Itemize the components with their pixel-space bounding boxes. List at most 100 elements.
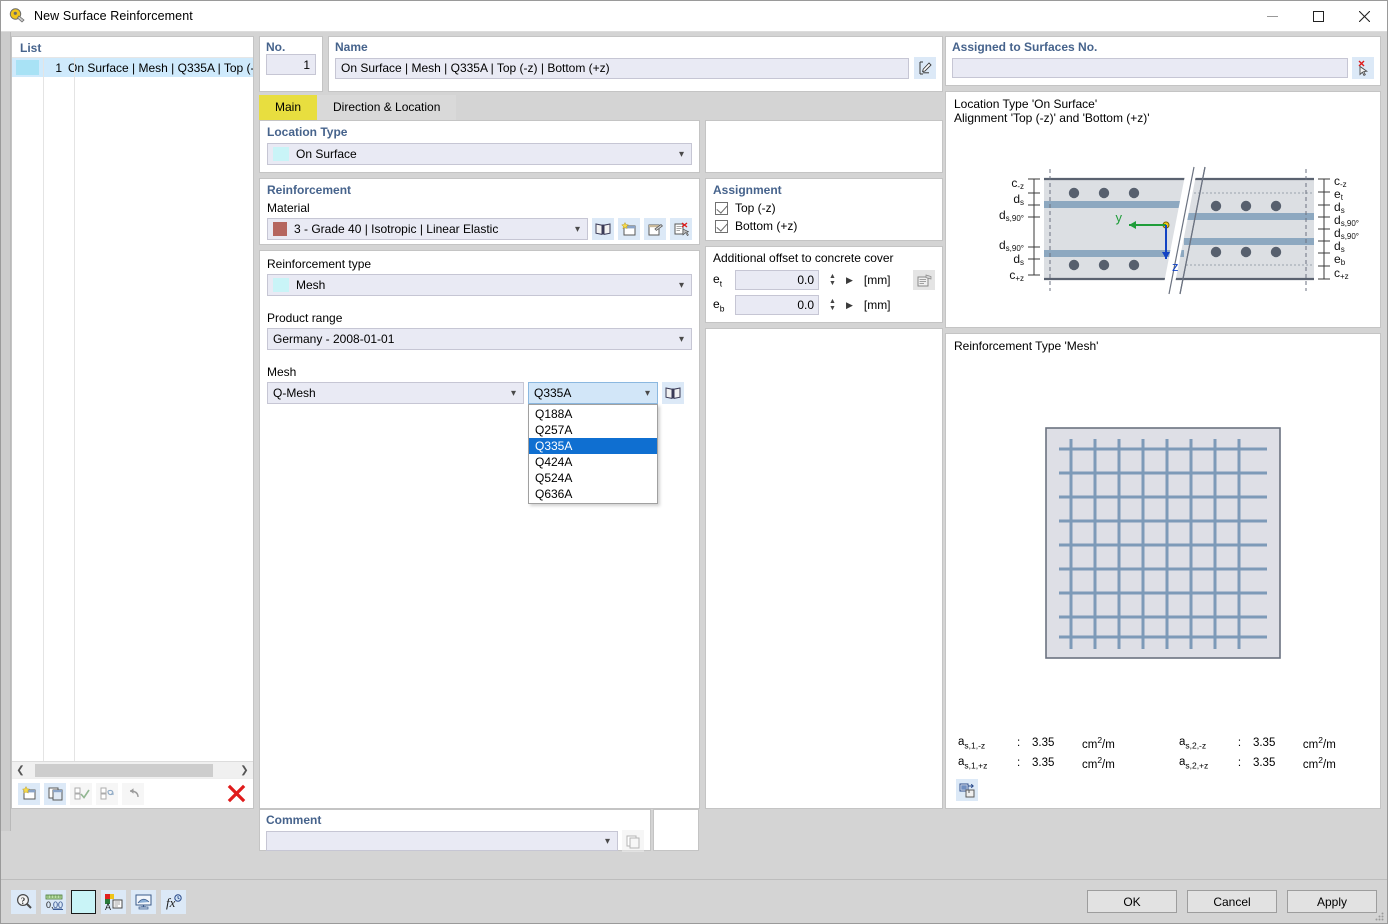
preview-top-caption-1: Location Type 'On Surface' — [954, 97, 1098, 111]
display-properties-icon[interactable]: A — [101, 889, 126, 914]
material-new-icon[interactable] — [618, 218, 640, 240]
svg-text:c+z: c+z — [1334, 266, 1349, 281]
mesh-size-select[interactable]: Q335A ▾ — [528, 382, 658, 404]
mesh-size-dropdown-list[interactable]: Q188A Q257A Q335A Q424A Q524A Q636A — [528, 404, 658, 504]
result-value: 3.35 — [1032, 757, 1055, 770]
assignment-card: Assignment Top (-z) Bottom (+z) — [705, 178, 943, 241]
edit-name-button[interactable] — [914, 57, 936, 79]
list-horizontal-scrollbar[interactable]: ❮ ❯ — [12, 761, 253, 778]
mesh-size-value: Q335A — [534, 386, 572, 400]
tab-main[interactable]: Main — [259, 95, 318, 120]
comment-title: Comment — [266, 813, 322, 827]
dropdown-option[interactable]: Q424A — [529, 454, 657, 470]
mesh-kind-select[interactable]: Q-Mesh ▾ — [267, 382, 524, 404]
ok-button[interactable]: OK — [1087, 890, 1177, 913]
assigned-surfaces-box: Assigned to Surfaces No. — [945, 36, 1381, 86]
location-type-card: Location Type On Surface ▾ — [259, 120, 700, 173]
help-info-icon[interactable]: ? — [11, 889, 36, 914]
assignment-bottom-checkbox[interactable]: Bottom (+z) — [715, 219, 935, 233]
list-item-number: 1 — [55, 60, 62, 75]
scroll-right-icon[interactable]: ❯ — [236, 765, 253, 776]
cancel-button[interactable]: Cancel — [1187, 890, 1277, 913]
expand-arrow-icon[interactable]: ▶ — [846, 300, 853, 311]
tab-direction-location[interactable]: Direction & Location — [317, 95, 457, 120]
preview-toggle-icon[interactable] — [956, 779, 978, 801]
spinner-arrows-icon[interactable]: ▲ ▼ — [829, 298, 836, 312]
svg-text:z: z — [1172, 259, 1179, 274]
dropdown-option[interactable]: Q257A — [529, 422, 657, 438]
reinforcement-type-select[interactable]: Mesh ▾ — [267, 274, 692, 296]
result-sep: : — [1016, 737, 1021, 750]
assigned-surfaces-input[interactable] — [952, 58, 1348, 78]
number-box: No. 1 — [259, 36, 323, 92]
maximize-button[interactable] — [1295, 1, 1341, 32]
offset-eb-input[interactable]: 0.0 — [735, 295, 819, 315]
formula-icon[interactable]: fx — [161, 889, 186, 914]
offset-eb-label: eb — [713, 296, 725, 314]
chevron-down-icon: ▾ — [678, 279, 684, 291]
offset-et-input[interactable]: 0.0 — [735, 270, 819, 290]
chevron-down-icon: ▾ — [678, 148, 684, 160]
material-edit-icon[interactable] — [644, 218, 666, 240]
location-type-select[interactable]: On Surface ▾ — [267, 143, 692, 165]
svg-text:A: A — [105, 902, 111, 911]
copy-item-button[interactable] — [44, 782, 66, 805]
svg-text:c+z: c+z — [1009, 268, 1024, 283]
product-range-label: Product range — [267, 311, 343, 325]
list-header: List — [20, 41, 42, 55]
dropdown-option[interactable]: Q524A — [529, 470, 657, 486]
undo-button[interactable] — [122, 782, 144, 805]
list-item[interactable]: 1 On Surface | Mesh | Q335A | Top (-z) |… — [12, 58, 253, 77]
reinforcement-type-swatch — [273, 278, 289, 292]
material-library-icon[interactable] — [592, 218, 614, 240]
delete-button[interactable] — [225, 783, 247, 805]
minimize-button[interactable] — [1249, 1, 1295, 32]
material-select[interactable]: 3 - Grade 40 | Isotropic | Linear Elasti… — [267, 218, 588, 240]
material-row: 3 - Grade 40 | Isotropic | Linear Elasti… — [267, 218, 692, 240]
scroll-left-icon[interactable]: ❮ — [12, 765, 29, 776]
product-range-value: Germany - 2008-01-01 — [273, 332, 395, 346]
apply-button[interactable]: Apply — [1287, 890, 1377, 913]
result-sep: : — [1016, 757, 1021, 770]
mesh-library-icon[interactable] — [662, 382, 684, 404]
assigned-surfaces-label: Assigned to Surfaces No. — [952, 40, 1098, 54]
scroll-track[interactable] — [29, 762, 236, 778]
list-item-label: On Surface | Mesh | Q335A | Top (-z) | B — [68, 60, 253, 75]
dialog-window: New Surface Reinforcement List 1 On Surf… — [0, 0, 1388, 924]
expand-arrow-icon[interactable]: ▶ — [846, 275, 853, 286]
result-unit: cm2/m — [1302, 755, 1336, 771]
mesh-graphic — [1045, 426, 1281, 659]
spinner-arrows-icon[interactable]: ▲ ▼ — [829, 273, 836, 287]
new-item-button[interactable] — [18, 782, 40, 805]
invert-selection-button[interactable] — [96, 782, 118, 805]
reinforcement-type-label: Reinforcement type — [267, 257, 372, 271]
select-all-button[interactable] — [70, 782, 92, 805]
material-delete-icon[interactable] — [670, 218, 692, 240]
close-button[interactable] — [1341, 1, 1387, 32]
result-key: as,2,-z — [1178, 736, 1207, 751]
mesh-label: Mesh — [267, 365, 297, 379]
scroll-thumb[interactable] — [35, 763, 213, 777]
dropdown-option[interactable]: Q188A — [529, 406, 657, 422]
svg-text:ds,90°: ds,90° — [999, 238, 1024, 253]
color-swatch-icon[interactable] — [71, 889, 96, 914]
visibility-icon[interactable] — [131, 889, 156, 914]
offset-eb-unit: [mm] — [863, 298, 891, 312]
dropdown-option-selected[interactable]: Q335A — [529, 438, 657, 454]
product-range-select[interactable]: Germany - 2008-01-01 ▾ — [267, 328, 692, 350]
assignment-top-checkbox[interactable]: Top (-z) — [715, 201, 935, 215]
units-decimal-icon[interactable]: 0, 00 — [41, 889, 66, 914]
chevron-down-icon: ▾ — [678, 333, 684, 345]
dropdown-option[interactable]: Q636A — [529, 486, 657, 502]
number-field[interactable]: 1 — [266, 54, 316, 75]
comment-input[interactable]: ▾ — [266, 831, 618, 851]
pick-surfaces-icon[interactable] — [1352, 57, 1374, 79]
result-sep: : — [1237, 757, 1242, 770]
name-input[interactable]: On Surface | Mesh | Q335A | Top (-z) | B… — [335, 57, 909, 79]
offset-options-icon[interactable] — [913, 270, 935, 290]
resize-grip-icon[interactable] — [1374, 911, 1384, 921]
svg-text:fx: fx — [166, 895, 176, 910]
offset-et-value: 0.0 — [797, 273, 814, 287]
comment-copy-icon[interactable] — [622, 830, 644, 852]
window-title: New Surface Reinforcement — [34, 9, 193, 23]
